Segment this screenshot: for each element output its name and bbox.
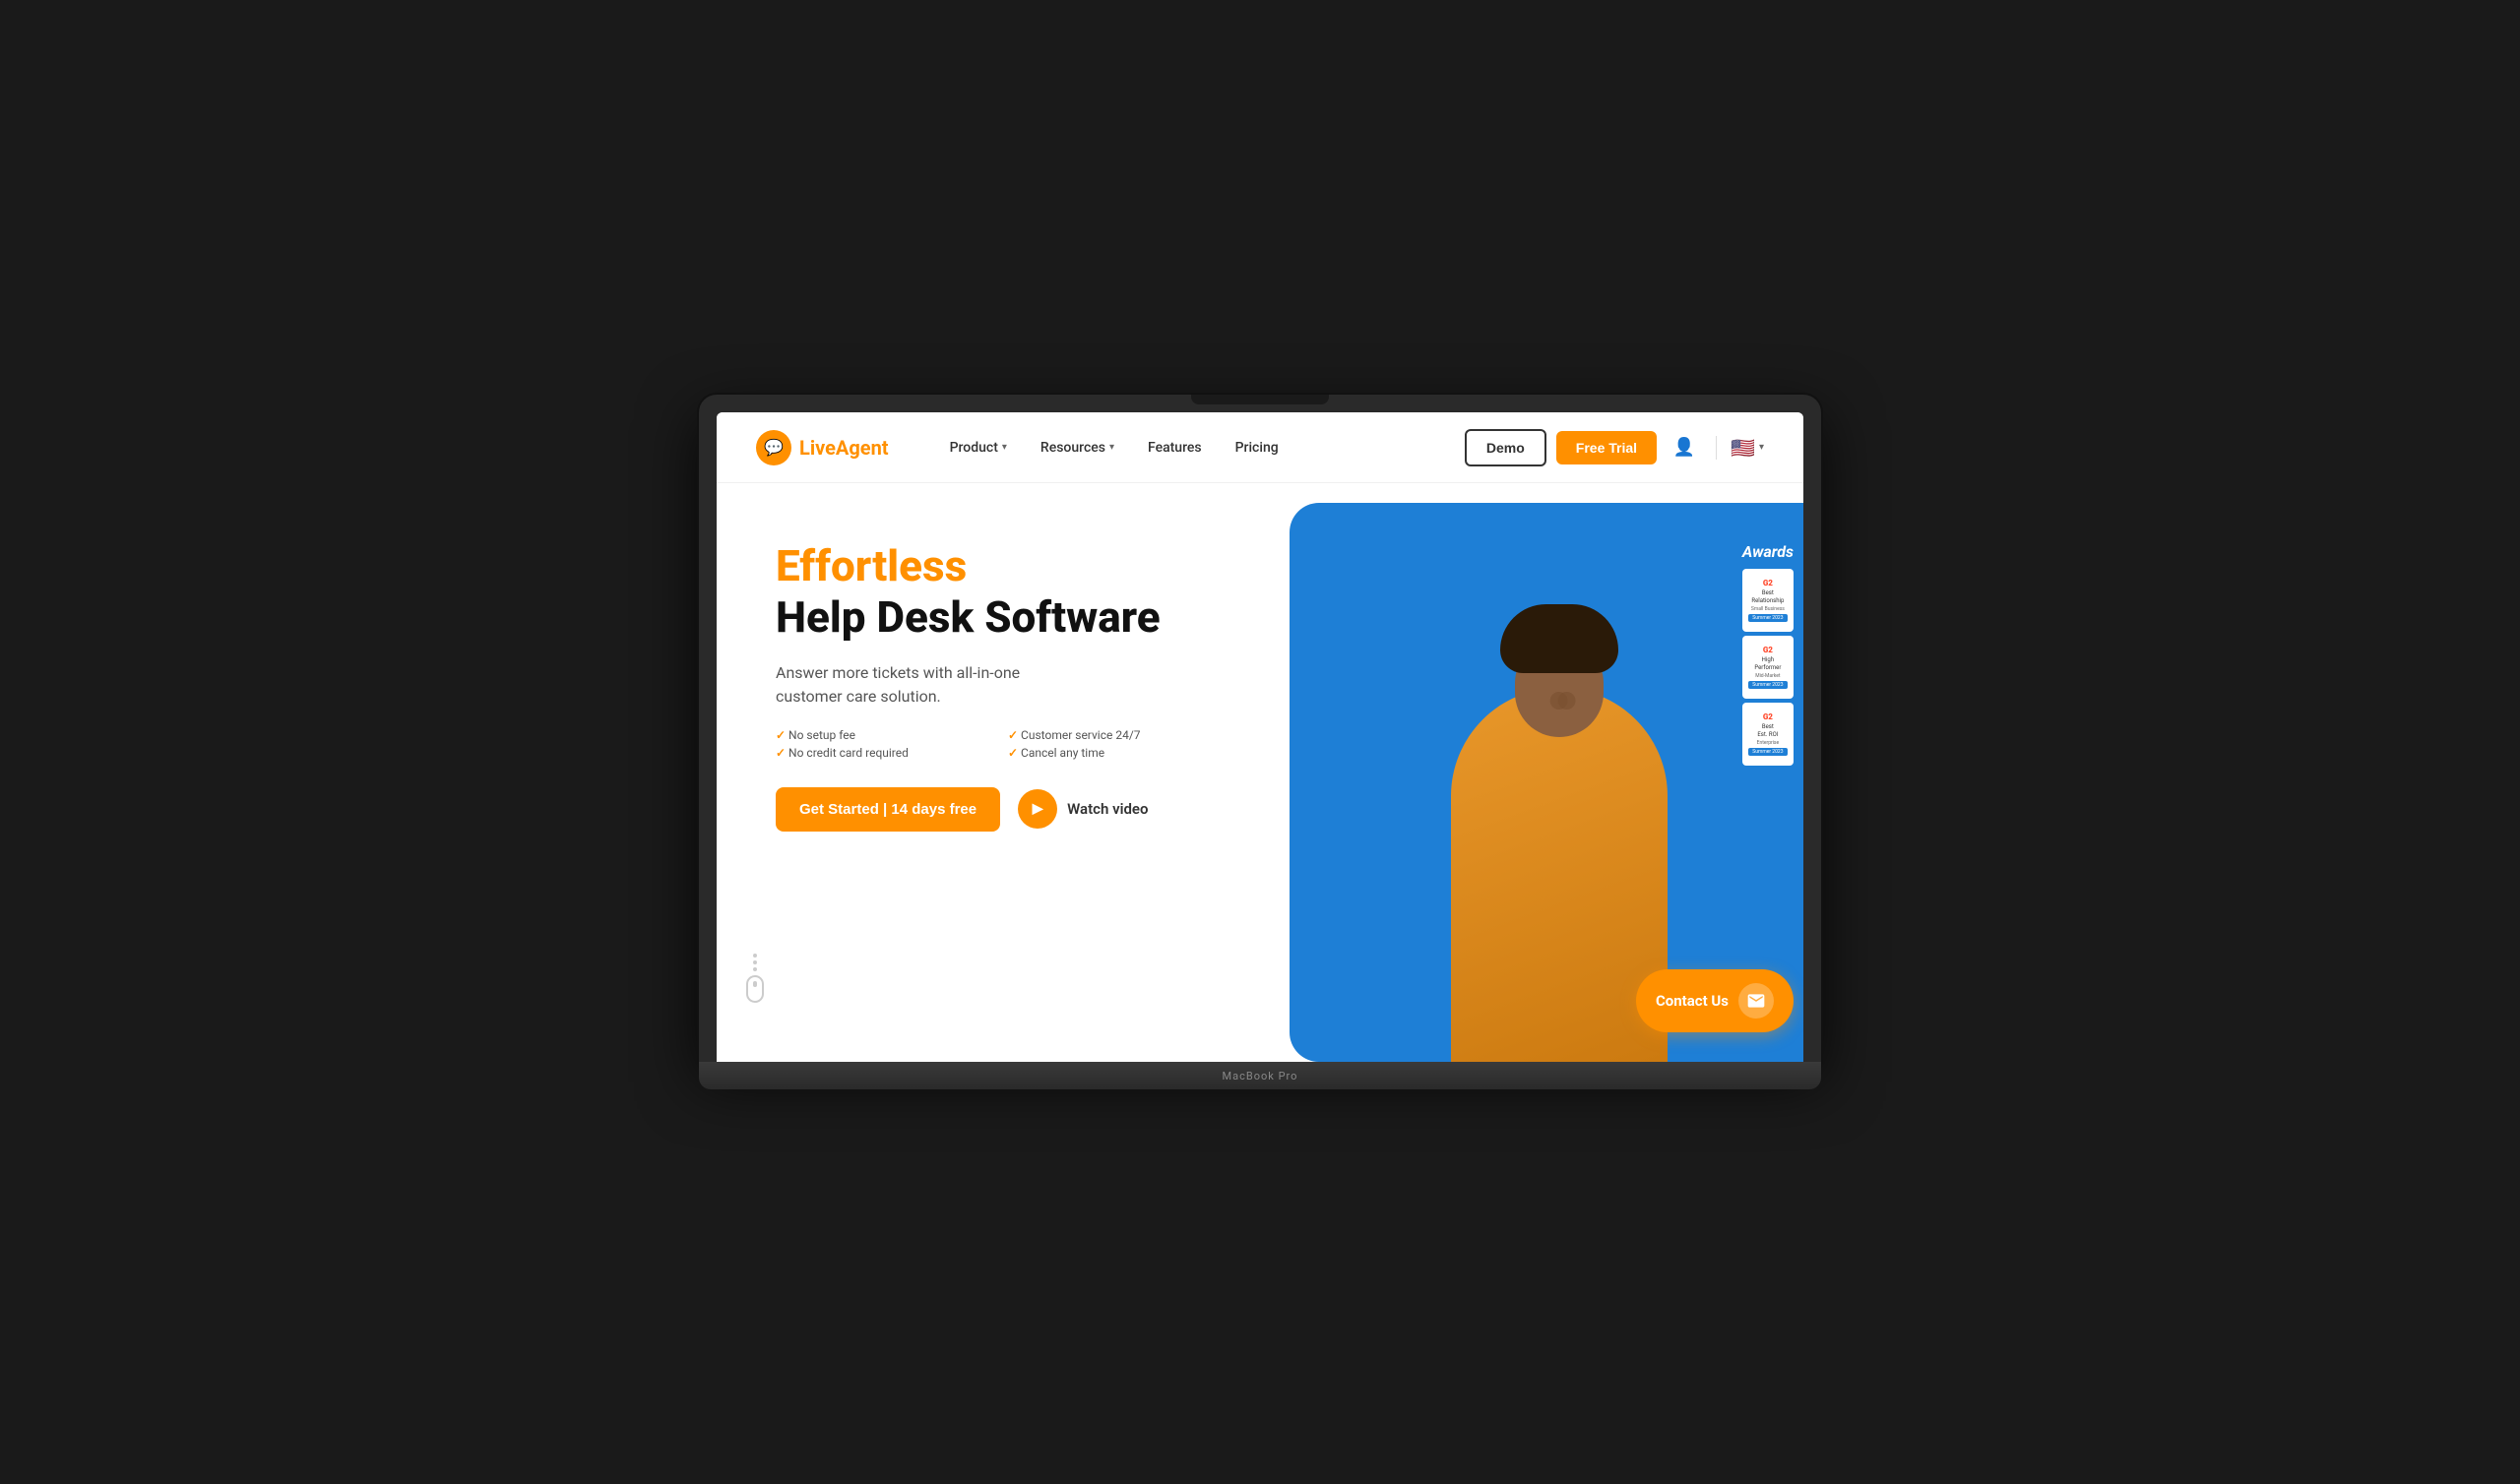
scroll-dots <box>753 954 757 971</box>
laptop-base: MacBook Pro <box>699 1062 1821 1089</box>
nav-item-features[interactable]: Features <box>1134 432 1216 464</box>
contact-icon <box>1738 983 1774 1019</box>
free-trial-button[interactable]: Free Trial <box>1556 431 1657 464</box>
language-selector[interactable]: 🇺🇸 ▾ <box>1731 436 1764 460</box>
play-icon: ▶ <box>1018 789 1057 829</box>
hero-right: Awards G2 BestRelationship Small Busines… <box>1260 483 1803 1062</box>
scroll-indicator <box>746 954 764 1003</box>
awards-panel: Awards G2 BestRelationship Small Busines… <box>1742 542 1794 766</box>
flag-icon: 🇺🇸 <box>1731 436 1755 460</box>
check-cancel: Cancel any time <box>1008 746 1221 760</box>
user-account-button[interactable]: 👤 <box>1667 430 1702 465</box>
chevron-down-icon: ▾ <box>1109 442 1114 453</box>
demo-button[interactable]: Demo <box>1465 429 1546 466</box>
award-badge-3: G2 BestEst. ROI Enterprise Summer 2023 <box>1742 703 1794 766</box>
hero-section: Effortless Help Desk Software Answer mor… <box>717 483 1803 1062</box>
hero-left: Effortless Help Desk Software Answer mor… <box>717 483 1260 1062</box>
award-badge-1: G2 BestRelationship Small Business Summe… <box>1742 569 1794 632</box>
laptop-notch <box>1191 395 1329 404</box>
screen-bezel: 💬 LiveAgent Product ▾ Resources ▾ <box>699 395 1821 1062</box>
nav-item-pricing[interactable]: Pricing <box>1222 432 1292 464</box>
contact-us-label: Contact Us <box>1656 992 1729 1010</box>
logo-text: LiveAgent <box>799 436 889 460</box>
hero-headline-orange: Effortless <box>776 542 1221 589</box>
watch-video-label: Watch video <box>1067 800 1148 818</box>
awards-title: Awards <box>1742 542 1794 561</box>
nav-item-product[interactable]: Product ▾ <box>936 432 1021 464</box>
laptop-container: 💬 LiveAgent Product ▾ Resources ▾ <box>699 395 1821 1089</box>
check-no-setup: No setup fee <box>776 728 988 742</box>
logo-agent: Agent <box>836 436 889 460</box>
chevron-down-icon: ▾ <box>1759 442 1764 453</box>
logo[interactable]: 💬 LiveAgent <box>756 430 889 465</box>
laptop-label: MacBook Pro <box>1223 1070 1298 1082</box>
hero-buttons: Get Started | 14 days free ▶ Watch video <box>776 787 1221 832</box>
logo-icon: 💬 <box>756 430 791 465</box>
laptop-screen: 💬 LiveAgent Product ▾ Resources ▾ <box>717 412 1803 1062</box>
watch-video-button[interactable]: ▶ Watch video <box>1018 789 1148 829</box>
nav-divider <box>1716 436 1717 460</box>
award-badge-2: G2 HighPerformer Mid-Market Summer 2023 <box>1742 636 1794 699</box>
hero-subtitle: Answer more tickets with all-in-onecusto… <box>776 661 1150 709</box>
nav-item-resources[interactable]: Resources ▾ <box>1027 432 1128 464</box>
nav-actions: Demo Free Trial 👤 🇺🇸 ▾ <box>1465 429 1764 466</box>
contact-us-button[interactable]: Contact Us <box>1636 969 1794 1032</box>
check-no-credit-card: No credit card required <box>776 746 988 760</box>
hero-checks: No setup fee Customer service 24/7 No cr… <box>776 728 1221 760</box>
navbar: 💬 LiveAgent Product ▾ Resources ▾ <box>717 412 1803 483</box>
check-customer-service: Customer service 24/7 <box>1008 728 1221 742</box>
hero-headline-black: Help Desk Software <box>776 593 1221 641</box>
chevron-down-icon: ▾ <box>1002 442 1007 453</box>
get-started-button[interactable]: Get Started | 14 days free <box>776 787 1000 832</box>
nav-links: Product ▾ Resources ▾ Features Pricing <box>936 432 1465 464</box>
scroll-mouse-icon <box>746 975 764 1003</box>
